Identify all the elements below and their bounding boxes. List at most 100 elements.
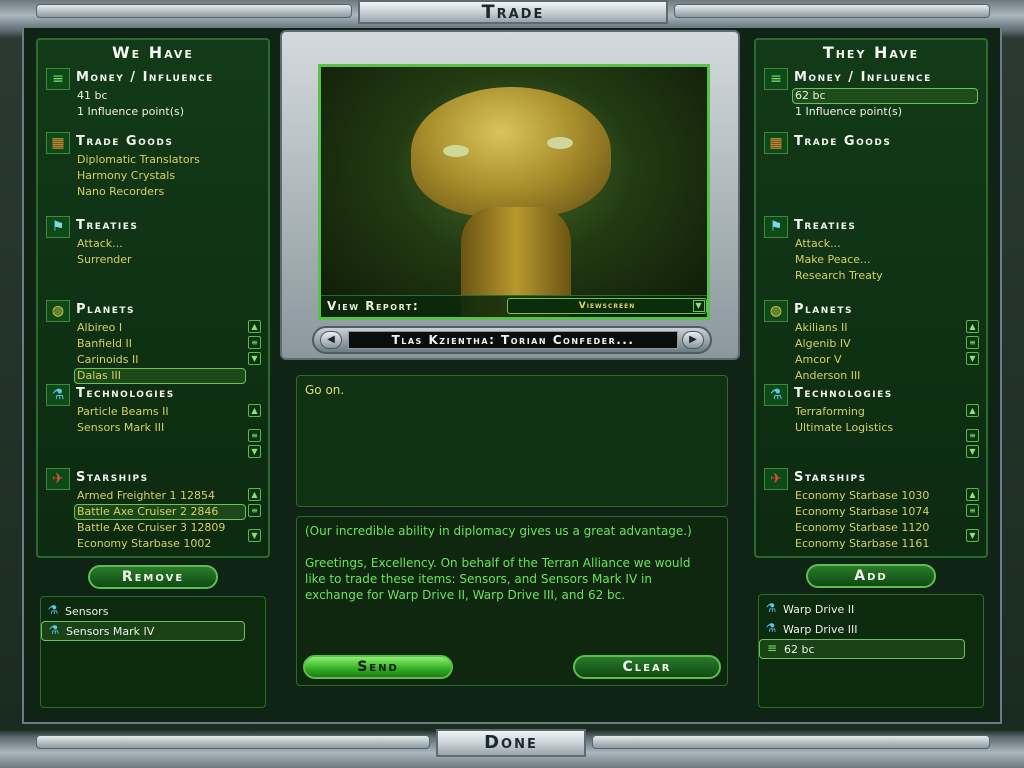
they-treaty-item[interactable]: Attack... <box>794 236 966 252</box>
scroll-up-icon[interactable]: ▲ <box>966 488 979 501</box>
we-treaties-section: ⚑ Treaties Attack... Surrender <box>46 216 266 272</box>
they-money-influence[interactable]: 1 Influence point(s) <box>794 104 966 120</box>
flask-icon: ⚗ <box>48 623 60 637</box>
they-planet-item[interactable]: Algenib IV <box>794 336 966 352</box>
we-planets-scrollbar[interactable]: ▲ ≡ ▼ <box>248 320 262 368</box>
scroll-page-icon[interactable]: ≡ <box>966 504 979 517</box>
we-money-bc[interactable]: 41 bc <box>76 88 248 104</box>
scroll-page-icon[interactable]: ≡ <box>248 429 261 442</box>
they-starship-item[interactable]: Economy Starbase 1074 <box>794 504 966 520</box>
we-offer-item[interactable]: ⚗ Sensors <box>41 601 265 621</box>
they-technologies-section: ⚗ Technologies Terraforming Ultimate Log… <box>764 384 984 464</box>
money-icon: ≡ <box>764 68 788 90</box>
we-offer-list: ⚗ Sensors ⚗ Sensors Mark IV <box>40 596 266 708</box>
scroll-down-icon[interactable]: ▼ <box>248 352 261 365</box>
message-box: (Our incredible ability in diplomacy giv… <box>296 516 728 686</box>
they-tech-item[interactable]: Terraforming <box>794 404 966 420</box>
window-title: Trade <box>358 0 668 24</box>
we-starships-scrollbar[interactable]: ▲ ≡ ▼ <box>248 488 262 545</box>
we-tech-scrollbar[interactable]: ▲ ≡ ▼ <box>248 404 262 461</box>
remove-button[interactable]: Remove <box>88 565 218 589</box>
we-have-title: We Have <box>112 43 194 62</box>
we-starships-title: Starships <box>76 470 149 485</box>
we-starship-item[interactable]: Battle Axe Cruiser 3 12809 <box>76 520 248 536</box>
scroll-down-icon[interactable]: ▼ <box>248 529 261 542</box>
response-text: Go on. <box>305 383 345 397</box>
clear-button[interactable]: Clear <box>573 655 721 679</box>
they-treaty-item[interactable]: Research Treaty <box>794 268 966 284</box>
they-tech-item[interactable]: Ultimate Logistics <box>794 420 966 436</box>
they-offer-item[interactable]: ⚗ Warp Drive III <box>759 619 983 639</box>
we-starship-item[interactable]: Economy Starbase 1002 <box>76 536 248 552</box>
they-tech-scrollbar[interactable]: ▲ ≡ ▼ <box>966 404 980 461</box>
scroll-up-icon[interactable]: ▲ <box>248 404 261 417</box>
they-starship-item[interactable]: Economy Starbase 1120 <box>794 520 966 536</box>
scroll-up-icon[interactable]: ▲ <box>248 488 261 501</box>
view-report-select[interactable]: Viewscreen ▼ <box>507 298 707 314</box>
flask-icon: ⚗ <box>765 621 777 635</box>
we-technologies-section: ⚗ Technologies Particle Beams II Sensors… <box>46 384 266 460</box>
done-button[interactable]: Done <box>436 729 586 757</box>
scroll-up-icon[interactable]: ▲ <box>248 320 261 333</box>
scroll-down-icon[interactable]: ▼ <box>966 529 979 542</box>
they-starships-scrollbar[interactable]: ▲ ≡ ▼ <box>966 488 980 545</box>
scroll-page-icon[interactable]: ≡ <box>966 336 979 349</box>
they-money-title: Money / Influence <box>794 70 932 85</box>
scroll-page-icon[interactable]: ≡ <box>248 504 261 517</box>
they-planet-item[interactable]: Amcor V <box>794 352 966 368</box>
scroll-up-icon[interactable]: ▲ <box>966 404 979 417</box>
they-offer-item[interactable]: ⚗ Warp Drive II <box>759 599 983 619</box>
send-button[interactable]: Send <box>303 655 453 679</box>
we-planet-item[interactable]: Banfield II <box>76 336 248 352</box>
they-trade-goods-title: Trade Goods <box>794 134 892 149</box>
add-button[interactable]: Add <box>806 564 936 588</box>
we-treaty-item[interactable]: Surrender <box>76 252 248 268</box>
they-offer-label: Warp Drive III <box>783 622 858 636</box>
we-trade-good-item[interactable]: Harmony Crystals <box>76 168 248 184</box>
they-have-title: They Have <box>822 43 920 62</box>
they-planet-item[interactable]: Anderson III <box>794 368 966 384</box>
scroll-up-icon[interactable]: ▲ <box>966 320 979 333</box>
they-offer-label: 62 bc <box>784 642 815 656</box>
we-trade-goods-section: ▦ Trade Goods Diplomatic Translators Har… <box>46 132 266 202</box>
they-planets-scrollbar[interactable]: ▲ ≡ ▼ <box>966 320 980 368</box>
we-starship-item-selected[interactable]: Battle Axe Cruiser 2 2846 <box>74 504 246 520</box>
we-trade-good-item[interactable]: Nano Recorders <box>76 184 248 200</box>
planet-icon: ◍ <box>46 300 70 322</box>
they-treaty-item[interactable]: Make Peace... <box>794 252 966 268</box>
we-tech-item[interactable]: Particle Beams II <box>76 404 248 420</box>
we-money-influence[interactable]: 1 Influence point(s) <box>76 104 248 120</box>
scroll-page-icon[interactable]: ≡ <box>966 429 979 442</box>
scroll-down-icon[interactable]: ▼ <box>966 352 979 365</box>
they-offer-item-selected[interactable]: ≡ 62 bc <box>759 639 965 659</box>
we-treaty-item[interactable]: Attack... <box>76 236 248 252</box>
scroll-down-icon[interactable]: ▼ <box>248 445 261 458</box>
next-race-button[interactable]: ▶ <box>682 331 704 349</box>
scroll-page-icon[interactable]: ≡ <box>248 336 261 349</box>
scroll-down-icon[interactable]: ▼ <box>966 445 979 458</box>
they-starship-item[interactable]: Economy Starbase 1030 <box>794 488 966 504</box>
we-tech-item[interactable]: Sensors Mark III <box>76 420 248 436</box>
we-planets-section: ◍ Planets Albireo I Banfield II Carinoid… <box>46 300 266 384</box>
they-starship-item[interactable]: Economy Starbase 1161 <box>794 536 966 552</box>
we-planet-item-selected[interactable]: Dalas III <box>74 368 246 384</box>
chevron-down-icon[interactable]: ▼ <box>693 300 705 312</box>
we-starship-item[interactable]: Armed Freighter 1 12854 <box>76 488 248 504</box>
race-selector: ◀ Tlas Kzientha: Torian Confeder... ▶ <box>312 326 712 354</box>
view-report-value: Viewscreen <box>578 301 636 311</box>
we-technologies-title: Technologies <box>76 386 175 401</box>
response-box: Go on. <box>296 375 728 507</box>
we-trade-good-item[interactable]: Diplomatic Translators <box>76 152 248 168</box>
we-planet-item[interactable]: Carinoids II <box>76 352 248 368</box>
we-planet-item[interactable]: Albireo I <box>76 320 248 336</box>
starship-icon: ✈ <box>46 468 70 490</box>
we-money-section: ≡ Money / Influence 41 bc 1 Influence po… <box>46 68 266 128</box>
prev-race-button[interactable]: ◀ <box>320 331 342 349</box>
they-planet-item[interactable]: Akilians II <box>794 320 966 336</box>
they-starships-section: ✈ Starships Economy Starbase 1030 Econom… <box>764 468 984 552</box>
we-offer-label: Sensors <box>65 604 109 618</box>
they-money-bc[interactable]: 62 bc <box>792 88 978 104</box>
we-offer-item-selected[interactable]: ⚗ Sensors Mark IV <box>41 621 245 641</box>
starship-icon: ✈ <box>764 468 788 490</box>
flask-icon: ⚗ <box>46 384 70 406</box>
